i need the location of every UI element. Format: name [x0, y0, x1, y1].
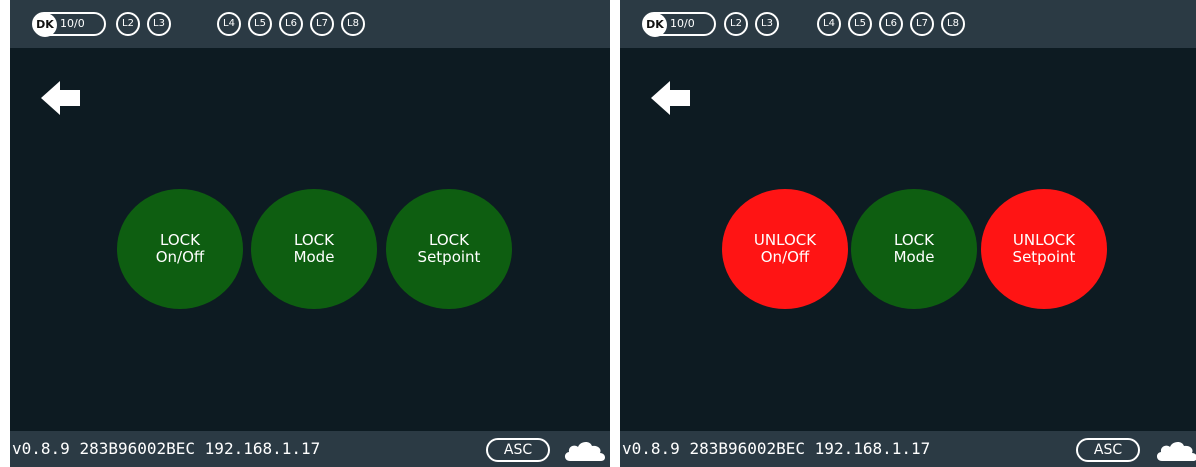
zone-l2[interactable]: L2 — [724, 12, 748, 36]
button-line2: Setpoint — [1012, 248, 1076, 266]
button-line2: Setpoint — [417, 248, 481, 266]
device-id-text: 283B96002BEC — [689, 439, 806, 458]
zone-l6[interactable]: L6 — [279, 12, 303, 36]
unlock-setpoint-button[interactable]: UNLOCK Setpoint — [981, 189, 1107, 309]
asc-badge[interactable]: ASC — [1076, 438, 1140, 462]
ip-address-text: 192.168.1.17 — [204, 439, 321, 458]
lock-mode-button[interactable]: LOCK Mode — [851, 189, 977, 309]
count-label: 10/0 — [670, 17, 695, 30]
version-text: v0.8.9 — [12, 439, 70, 458]
device-id-text: 283B96002BEC — [79, 439, 196, 458]
asc-badge[interactable]: ASC — [486, 438, 550, 462]
button-line2: Mode — [293, 248, 335, 266]
dk-indicator[interactable]: DK 10/0 — [642, 12, 716, 37]
button-line2: Mode — [893, 248, 935, 266]
button-line1: LOCK — [894, 231, 934, 249]
dk-indicator[interactable]: DK 10/0 — [32, 12, 106, 37]
zone-l3[interactable]: L3 — [147, 12, 171, 36]
button-line1: LOCK — [294, 231, 334, 249]
panel-separator — [610, 0, 620, 467]
zone-l2[interactable]: L2 — [116, 12, 140, 36]
bottom-status-bar: v0.8.9 283B96002BEC 192.168.1.17 ASC — [10, 431, 610, 467]
button-line2: On/Off — [760, 248, 810, 266]
zone-l7[interactable]: L7 — [310, 12, 334, 36]
zone-l4[interactable]: L4 — [217, 12, 241, 36]
lock-on-off-button[interactable]: LOCK On/Off — [117, 189, 243, 309]
status-text: v0.8.9 283B96002BEC 192.168.1.17 — [622, 439, 930, 459]
zone-l8[interactable]: L8 — [941, 12, 965, 36]
dk-label: DK — [33, 13, 57, 37]
count-label: 10/0 — [60, 17, 85, 30]
back-arrow-icon[interactable] — [40, 80, 82, 116]
button-line2: On/Off — [155, 248, 205, 266]
bottom-status-bar: v0.8.9 283B96002BEC 192.168.1.17 ASC — [620, 431, 1196, 467]
top-status-bar: DK 10/0 L2 L3 L4 L5 L6 L7 L8 — [620, 0, 1196, 48]
cloud-icon — [564, 441, 606, 461]
unlock-on-off-button[interactable]: UNLOCK On/Off — [722, 189, 848, 309]
zone-l8[interactable]: L8 — [341, 12, 365, 36]
zone-l3[interactable]: L3 — [755, 12, 779, 36]
left-screen: DK 10/0 L2 L3 L4 L5 L6 L7 L8 LOCK On/Off… — [10, 0, 610, 467]
zone-l4[interactable]: L4 — [817, 12, 841, 36]
cloud-icon — [1157, 442, 1196, 461]
button-line1: UNLOCK — [1012, 231, 1076, 249]
ip-address-text: 192.168.1.17 — [814, 439, 931, 458]
button-line1: LOCK — [160, 231, 200, 249]
lock-mode-button[interactable]: LOCK Mode — [251, 189, 377, 309]
right-screen: DK 10/0 L2 L3 L4 L5 L6 L7 L8 UNLOCK On/O… — [620, 0, 1196, 467]
status-text: v0.8.9 283B96002BEC 192.168.1.17 — [12, 439, 320, 459]
zone-l7[interactable]: L7 — [910, 12, 934, 36]
zone-l5[interactable]: L5 — [848, 12, 872, 36]
back-arrow-icon[interactable] — [650, 80, 692, 116]
button-line1: UNLOCK — [753, 231, 817, 249]
top-status-bar: DK 10/0 L2 L3 L4 L5 L6 L7 L8 — [10, 0, 610, 48]
dk-label: DK — [643, 13, 667, 37]
lock-setpoint-button[interactable]: LOCK Setpoint — [386, 189, 512, 309]
version-text: v0.8.9 — [622, 439, 680, 458]
zone-l5[interactable]: L5 — [248, 12, 272, 36]
button-line1: LOCK — [429, 231, 469, 249]
zone-l6[interactable]: L6 — [879, 12, 903, 36]
